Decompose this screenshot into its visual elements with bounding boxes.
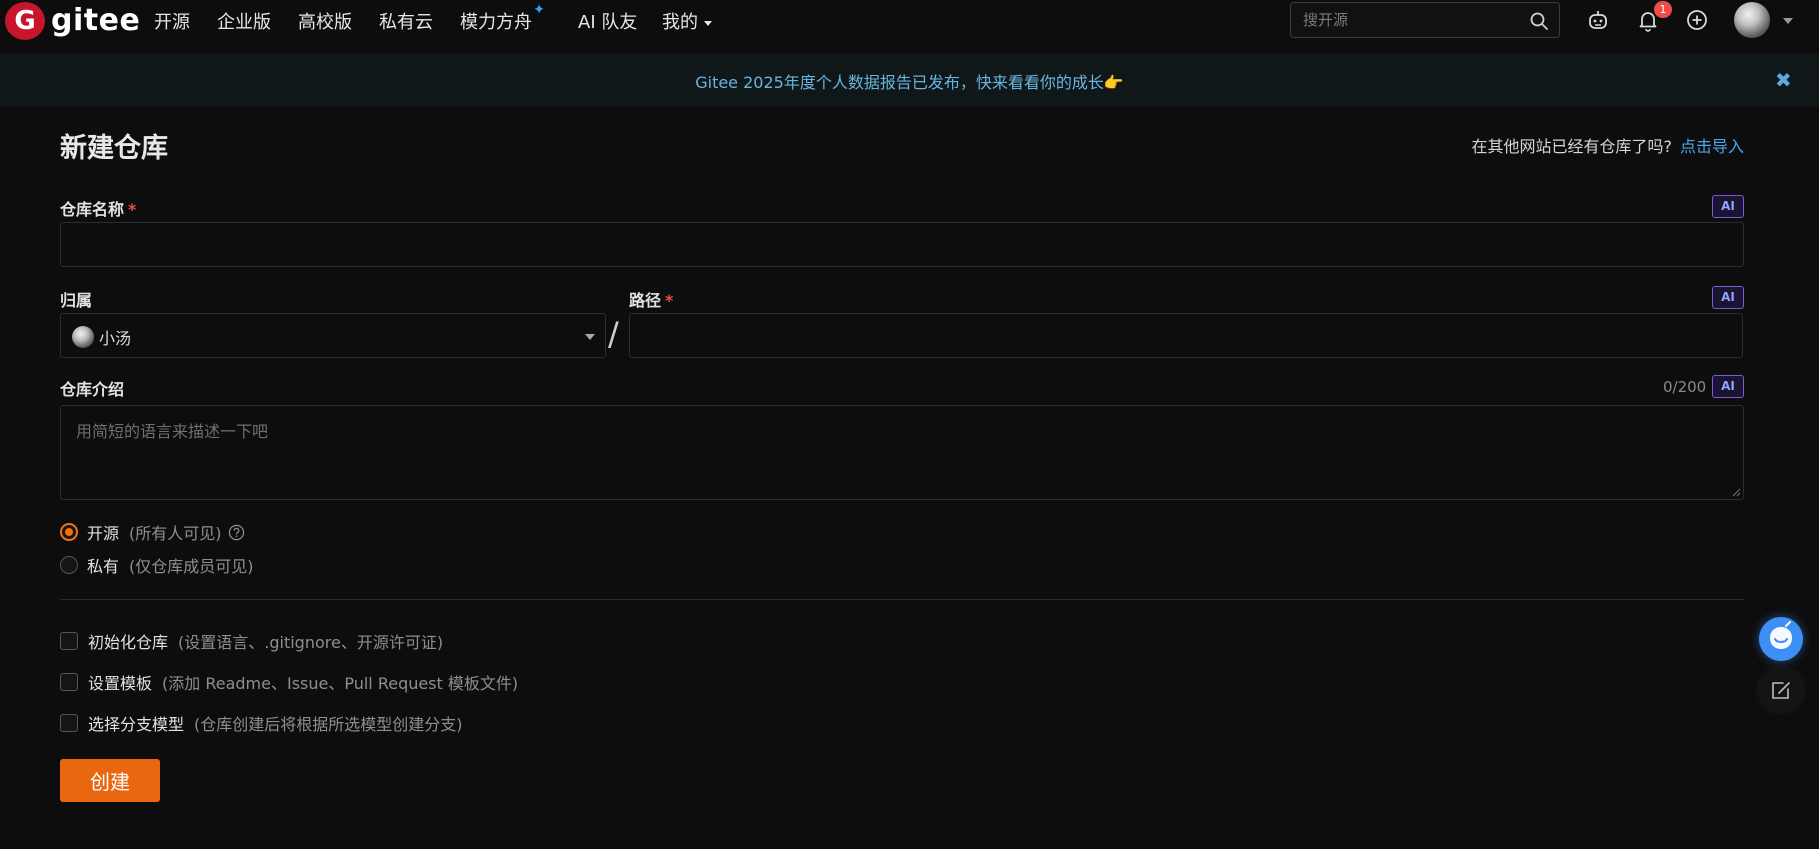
- help-icon[interactable]: [228, 524, 245, 541]
- template-label: 设置模板: [88, 674, 153, 693]
- branch-model-note: (仓库创建后将根据所选模型创建分支): [194, 715, 463, 734]
- section-divider: [60, 599, 1744, 600]
- announcement-banner: Gitee 2025年度个人数据报告已发布，快来看看你的成长👉 ✖: [0, 54, 1819, 106]
- search-input[interactable]: [1291, 3, 1521, 37]
- path-ai-button[interactable]: AI: [1712, 286, 1744, 309]
- owner-avatar: [72, 326, 94, 348]
- user-avatar[interactable]: [1734, 2, 1770, 38]
- repo-name-ai-button[interactable]: AI: [1712, 195, 1744, 218]
- nav-item-mine-label: 我的: [662, 12, 698, 33]
- banner-text[interactable]: Gitee 2025年度个人数据报告已发布，快来看看你的成长👉: [0, 69, 1819, 93]
- feedback-float-button[interactable]: [1759, 668, 1803, 712]
- nav-item-open-source[interactable]: 开源: [154, 8, 190, 34]
- robot-icon[interactable]: [1586, 8, 1610, 32]
- branch-model-checkbox[interactable]: [60, 714, 78, 732]
- repo-name-field: [60, 222, 1744, 267]
- plus-circle-icon[interactable]: [1685, 8, 1709, 32]
- sparkle-icon: ✦: [533, 2, 545, 18]
- chevron-down-icon: [585, 334, 595, 340]
- import-hint-text: 在其他网站已经有仓库了吗?: [1471, 137, 1672, 156]
- repo-name-label-text: 仓库名称: [60, 200, 125, 219]
- init-repo-note: (设置语言、.gitignore、开源许可证): [178, 633, 444, 652]
- close-icon[interactable]: ✖: [1775, 68, 1792, 92]
- init-repo-option[interactable]: 初始化仓库 (设置语言、.gitignore、开源许可证): [60, 629, 443, 653]
- import-link[interactable]: 点击导入: [1680, 137, 1744, 156]
- repo-name-input[interactable]: [61, 223, 1743, 266]
- repo-name-label: 仓库名称 *: [60, 196, 136, 220]
- description-field: [60, 405, 1744, 500]
- chevron-down-icon[interactable]: [1783, 18, 1793, 24]
- gitee-logo-text: gitee: [51, 3, 141, 38]
- gitee-logo[interactable]: G gitee: [5, 2, 140, 40]
- nav-item-private-cloud[interactable]: 私有云: [379, 8, 433, 34]
- radio-private[interactable]: [60, 556, 78, 574]
- path-label-text: 路径: [629, 291, 662, 310]
- nav-item-moli-fangzhou[interactable]: 模力方舟 ✦: [460, 2, 545, 34]
- path-input[interactable]: [630, 314, 1742, 357]
- template-checkbox[interactable]: [60, 673, 78, 691]
- description-textarea[interactable]: [61, 406, 1743, 499]
- page-title: 新建仓库: [60, 133, 168, 164]
- import-hint: 在其他网站已经有仓库了吗? 点击导入: [1471, 133, 1744, 157]
- owner-select[interactable]: 小汤: [60, 313, 606, 358]
- nav-item-moli-fangzhou-label: 模力方舟: [460, 12, 532, 33]
- gitee-logo-badge: G: [5, 2, 45, 40]
- visibility-private-label: 私有: [87, 557, 120, 576]
- assistant-float-button[interactable]: [1759, 617, 1803, 661]
- owner-label: 归属: [60, 291, 93, 310]
- nav-item-university[interactable]: 高校版: [298, 8, 352, 34]
- path-separator: /: [608, 315, 619, 353]
- visibility-private-note: (仅仓库成员可见): [129, 557, 254, 576]
- required-mark: *: [665, 291, 674, 310]
- visibility-public-label: 开源: [87, 524, 120, 543]
- description-label: 仓库介绍: [60, 380, 125, 399]
- notification-count-badge: 1: [1654, 1, 1672, 18]
- edit-icon: [1772, 682, 1790, 699]
- top-navigation-bar: G gitee 开源 企业版 高校版 私有云 模力方舟✦ AI 队友 我的 1: [0, 0, 1819, 42]
- description-char-counter: 0/200: [1663, 378, 1707, 396]
- visibility-public-note: (所有人可见): [129, 524, 222, 543]
- create-button[interactable]: 创建: [60, 759, 160, 802]
- template-option[interactable]: 设置模板 (添加 Readme、Issue、Pull Request 模板文件): [60, 670, 518, 694]
- nav-item-enterprise[interactable]: 企业版: [217, 8, 271, 34]
- path-field: [629, 313, 1743, 358]
- caret-down-icon: [704, 20, 712, 26]
- nav-item-ai-teammate[interactable]: AI 队友: [578, 8, 637, 34]
- radio-public[interactable]: [60, 523, 78, 541]
- owner-name: 小汤: [99, 329, 132, 348]
- branch-model-label: 选择分支模型: [88, 715, 185, 734]
- required-mark: *: [128, 200, 137, 219]
- search-icon[interactable]: [1529, 11, 1549, 31]
- assistant-icon: [1770, 621, 1792, 649]
- init-repo-label: 初始化仓库: [88, 633, 169, 652]
- visibility-option-public[interactable]: 开源 (所有人可见): [60, 520, 245, 544]
- visibility-option-private[interactable]: 私有 (仅仓库成员可见): [60, 553, 254, 577]
- resize-handle-icon[interactable]: [1731, 487, 1741, 497]
- init-repo-checkbox[interactable]: [60, 632, 78, 650]
- branch-model-option[interactable]: 选择分支模型 (仓库创建后将根据所选模型创建分支): [60, 711, 463, 735]
- description-ai-button[interactable]: AI: [1712, 375, 1744, 398]
- search-box: [1290, 2, 1560, 38]
- nav-item-mine[interactable]: 我的: [662, 8, 712, 34]
- path-label: 路径 *: [629, 287, 673, 311]
- template-note: (添加 Readme、Issue、Pull Request 模板文件): [162, 674, 519, 693]
